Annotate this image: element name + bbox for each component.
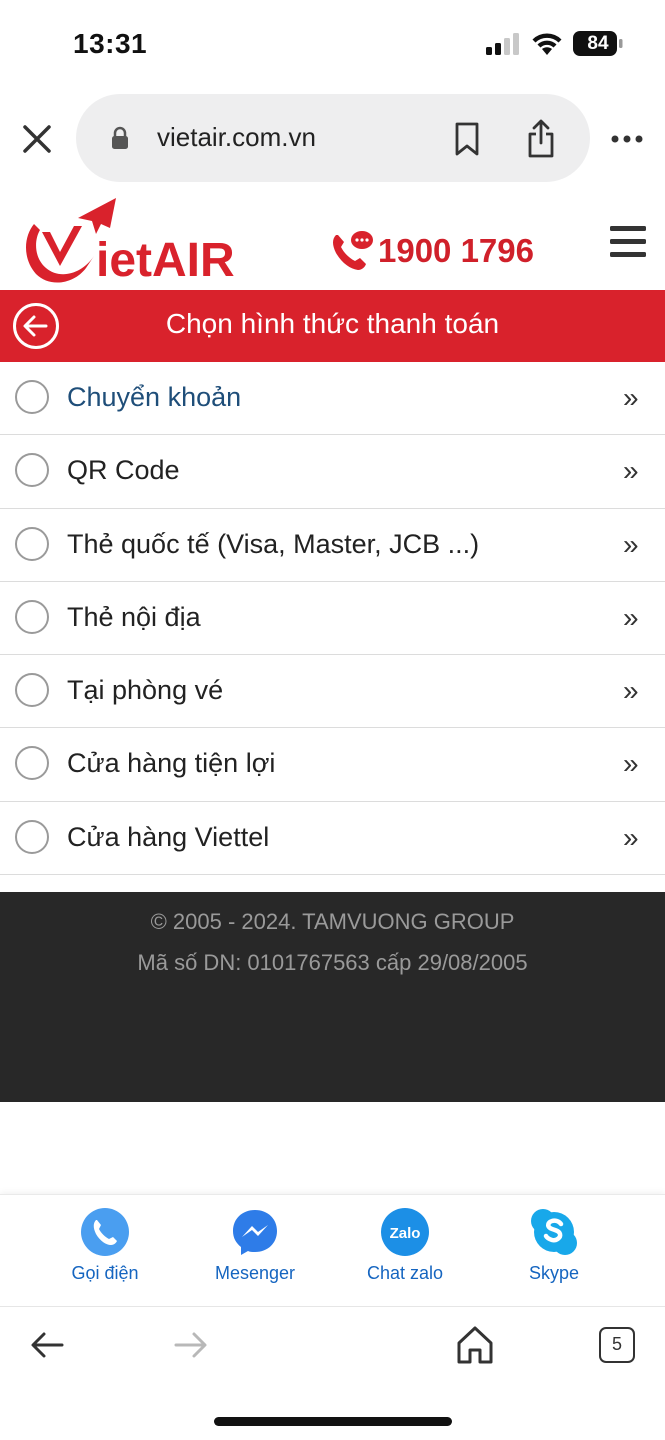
contact-label: Mesenger	[214, 1263, 296, 1283]
lock-icon	[112, 126, 128, 149]
skype-icon	[531, 1209, 577, 1255]
browser-toolbar: vietair.com.vn	[0, 92, 665, 184]
forward-arrow-icon[interactable]	[174, 1331, 208, 1359]
battery-level: 84	[587, 33, 609, 54]
double-chevron-right-icon: »	[623, 675, 639, 707]
bookmark-icon[interactable]	[454, 122, 480, 156]
hamburger-menu-icon[interactable]	[610, 226, 646, 258]
home-icon[interactable]	[456, 1325, 494, 1365]
share-icon[interactable]	[526, 118, 556, 158]
payment-option-ticket-office[interactable]: Tại phòng vé »	[0, 655, 665, 729]
option-label: Chuyển khoản	[67, 382, 242, 412]
back-arrow-icon[interactable]	[30, 1331, 64, 1359]
contact-call-button[interactable]: Gọi điện	[35, 1207, 175, 1284]
payment-options-list: Chuyển khoản » QR Code » Thẻ quốc tế (Vi…	[0, 362, 665, 876]
radio-button[interactable]	[15, 526, 49, 561]
payment-option-viettel-store[interactable]: Cửa hàng Viettel »	[0, 801, 665, 876]
page-title-bar: Chọn hình thức thanh toán	[0, 290, 665, 362]
page-title: Chọn hình thức thanh toán	[165, 308, 500, 339]
address-bar[interactable]: vietair.com.vn	[76, 94, 590, 182]
option-label: Cửa hàng tiện lợi	[67, 748, 276, 779]
option-label: Tại phòng vé	[67, 675, 224, 706]
payment-option-domestic-card[interactable]: Thẻ nội địa »	[0, 581, 665, 656]
double-chevron-right-icon: »	[623, 382, 639, 413]
svg-text:ietAIR: ietAIR	[96, 234, 235, 286]
contact-label: Skype	[528, 1263, 580, 1283]
vietair-logo[interactable]: ietAIR	[20, 196, 236, 286]
close-tab-button[interactable]	[20, 122, 54, 156]
contact-zalo-button[interactable]: Zalo Chat zalo	[335, 1207, 475, 1284]
option-label: Thẻ nội địa	[67, 601, 201, 632]
hotline-number[interactable]: 1900 1796	[378, 232, 534, 270]
browser-bottom-nav: 5	[0, 1306, 665, 1440]
status-bar: 13:31 84	[0, 0, 665, 88]
footer-registration: Mã số DN: 0101767563 cấp 29/08/2005	[137, 950, 528, 975]
site-footer: © 2005 - 2024. TAMVUONG GROUP Mã số DN: …	[0, 892, 665, 1102]
contact-label: Gọi điện	[71, 1263, 139, 1283]
wifi-icon	[532, 33, 562, 55]
radio-button[interactable]	[15, 746, 49, 781]
option-label: Cửa hàng Viettel	[67, 821, 270, 852]
phone-icon	[81, 1208, 129, 1256]
contact-bar: Gọi điện Mesenger Zalo Chat zalo Skype	[0, 1194, 665, 1306]
payment-option-international-card[interactable]: Thẻ quốc tế (Visa, Master, JCB ...) »	[0, 508, 665, 582]
option-label: Thẻ quốc tế (Visa, Master, JCB ...)	[67, 528, 480, 559]
status-time: 13:31	[73, 28, 148, 59]
svg-text:Zalo: Zalo	[390, 1225, 421, 1242]
contact-label: Chat zalo	[366, 1263, 444, 1283]
home-indicator	[214, 1417, 452, 1426]
double-chevron-right-icon: »	[623, 821, 639, 853]
double-chevron-right-icon: »	[623, 601, 639, 633]
option-label: QR Code	[67, 455, 180, 486]
payment-option-qr-code[interactable]: QR Code »	[0, 435, 665, 509]
url-text: vietair.com.vn	[157, 122, 316, 152]
tabs-count-button[interactable]: 5	[599, 1327, 635, 1363]
zalo-icon: Zalo	[381, 1208, 429, 1256]
more-options-icon[interactable]	[610, 134, 644, 144]
radio-button[interactable]	[15, 453, 49, 488]
payment-option-bank-transfer[interactable]: Chuyển khoản »	[0, 362, 665, 436]
site-header: ietAIR 1900 1796	[0, 196, 665, 290]
radio-button[interactable]	[15, 819, 49, 854]
double-chevron-right-icon: »	[623, 748, 639, 780]
footer-copyright: © 2005 - 2024. TAMVUONG GROUP	[150, 909, 515, 934]
double-chevron-right-icon: »	[623, 455, 639, 487]
radio-button[interactable]	[15, 380, 49, 414]
radio-button[interactable]	[15, 599, 49, 634]
messenger-icon	[233, 1210, 277, 1255]
payment-option-convenience-store[interactable]: Cửa hàng tiện lợi »	[0, 728, 665, 802]
cellular-signal-icon	[486, 33, 519, 55]
radio-button[interactable]	[15, 673, 49, 708]
double-chevron-right-icon: »	[623, 528, 639, 560]
contact-messenger-button[interactable]: Mesenger	[185, 1207, 325, 1284]
hotline-phone-icon[interactable]	[330, 229, 374, 271]
contact-skype-button[interactable]: Skype	[484, 1207, 624, 1284]
